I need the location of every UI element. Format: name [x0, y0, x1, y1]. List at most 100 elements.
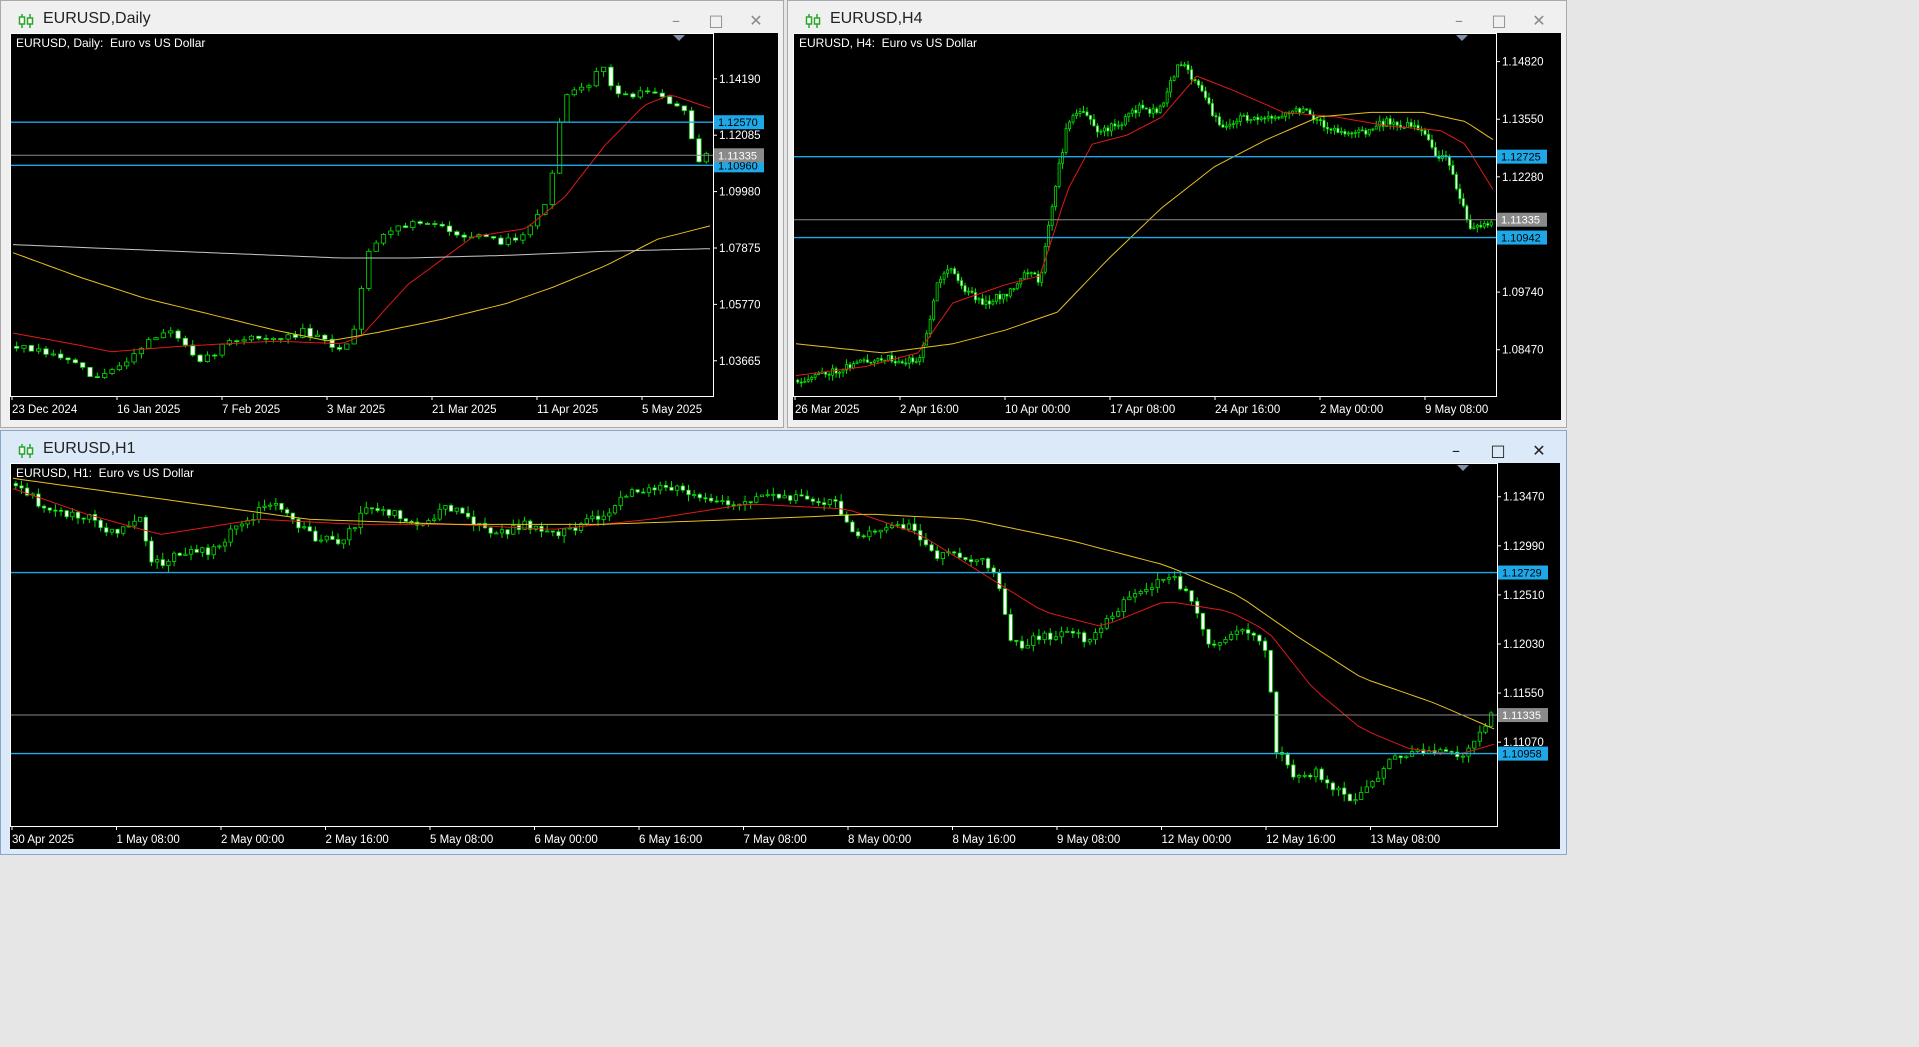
candle-body [799, 381, 803, 384]
candle-body [454, 507, 459, 512]
candle-body [637, 90, 643, 98]
candle-body [1061, 152, 1065, 164]
candle-body [1070, 630, 1075, 634]
maximize-button[interactable]: □ [703, 9, 729, 33]
candle-body [848, 364, 852, 369]
candle-body [1025, 645, 1030, 649]
maximize-button[interactable]: □ [1486, 9, 1512, 33]
candle-body [629, 489, 635, 497]
candle-body [1099, 627, 1104, 633]
candle-body [1137, 104, 1141, 114]
chart-area[interactable]: 1.12570 1.10960 1.11335 1.14190 1.12085 1.099… [10, 33, 778, 420]
candle-body [1211, 103, 1214, 116]
price-label: 1.12725 [1501, 152, 1541, 164]
candle-body [667, 96, 673, 105]
candle-body [689, 110, 695, 140]
candle-body [58, 509, 64, 512]
candle-body [1251, 632, 1256, 636]
price-label: 1.12729 [1502, 568, 1542, 580]
candle-body [586, 85, 592, 88]
chart-window-h4[interactable]: EURUSD,H4 – □ ✕ 1.12725 1.10942 1.11335 1.1… [787, 0, 1567, 428]
price-label: 1.10942 [1501, 233, 1541, 245]
candle-body [279, 502, 284, 510]
time-tick-label: 6 May 00:00 [535, 834, 598, 846]
candle-body [268, 504, 273, 507]
candle-body [956, 273, 960, 282]
close-button[interactable]: ✕ [743, 9, 769, 33]
chart-area[interactable]: 1.12729 1.10958 1.11335 1.13470 1.12990 1.125… [10, 463, 1560, 849]
candle-body [1308, 774, 1313, 778]
candle-body [1277, 116, 1281, 119]
candle-body [314, 334, 321, 337]
candle-body [1149, 587, 1155, 590]
candle-body [324, 535, 329, 541]
candle-body [1370, 780, 1375, 788]
candle-body [115, 528, 120, 534]
candle-body [1291, 764, 1296, 778]
candle-body [771, 493, 776, 496]
candle-body [1050, 206, 1054, 226]
candle-body [923, 539, 929, 546]
time-tick-label: 12 May 00:00 [1162, 834, 1232, 846]
candle-body [1085, 111, 1089, 116]
close-button[interactable]: ✕ [1526, 9, 1552, 33]
candle-body [1270, 115, 1274, 119]
candle-body [1212, 643, 1217, 646]
candle-body [1252, 116, 1256, 120]
candle-body [803, 380, 807, 383]
candle-body [652, 487, 657, 491]
candle-body [465, 512, 471, 518]
price-tick-label: 1.12030 [1503, 639, 1545, 651]
candle-body [1294, 108, 1298, 112]
candle-body [1151, 108, 1155, 114]
candle-body [318, 539, 324, 542]
candle-body [1178, 576, 1183, 590]
candle-body [1110, 615, 1115, 619]
price-chart[interactable]: 1.12729 1.10958 1.11335 1.13470 1.12990 1.125… [10, 463, 1560, 849]
candle-body [940, 552, 945, 559]
candle-body [827, 499, 832, 505]
minimize-button[interactable]: – [1443, 439, 1469, 463]
candle-body [109, 528, 115, 533]
candle-body [369, 507, 375, 510]
candle-body [608, 66, 614, 87]
close-button[interactable]: ✕ [1526, 439, 1552, 463]
candle-body [1374, 125, 1378, 130]
price-chart[interactable]: 1.12725 1.10942 1.11335 1.14820 1.13550 1.122… [793, 33, 1561, 420]
candle-body [889, 525, 895, 529]
candle-body [1392, 755, 1398, 760]
candle-body [932, 300, 936, 320]
maximize-button[interactable]: □ [1485, 439, 1511, 463]
minimize-button[interactable]: – [1446, 9, 1472, 33]
chart-window-daily[interactable]: EURUSD,Daily – □ ✕ 1.12570 1.10960 1.11335… [0, 0, 784, 428]
candle-body [1238, 115, 1242, 122]
minimize-button[interactable]: – [663, 9, 689, 33]
candle-body [759, 494, 765, 498]
candle-body [132, 520, 137, 527]
candle-body [977, 298, 981, 301]
chart-area[interactable]: 1.12725 1.10942 1.11335 1.14820 1.13550 1.122… [793, 33, 1561, 420]
candle-body [1141, 104, 1145, 109]
price-chart[interactable]: 1.125701.109601.113351.141901.120851.099… [10, 33, 778, 420]
candle-body [1257, 634, 1262, 642]
candle-body [714, 500, 719, 503]
candle-body [562, 528, 567, 537]
time-tick-label: 7 May 08:00 [744, 834, 807, 846]
candle-body [273, 502, 278, 506]
candle-body [630, 93, 636, 98]
candle-body [595, 515, 601, 520]
candle-body [696, 138, 702, 163]
candle-body [1093, 632, 1098, 641]
candle-body [1036, 273, 1040, 283]
candle-body [290, 512, 295, 520]
candle-body [686, 489, 691, 495]
candle-body [1176, 64, 1180, 78]
candle-body [1268, 650, 1273, 693]
candle-body [143, 516, 148, 542]
candle-body [1388, 118, 1392, 125]
candle-body [149, 540, 154, 563]
chart-window-h1[interactable]: EURUSD,H1 – □ ✕ 1.12729 1.10958 1.11335 1.1… [0, 430, 1567, 855]
candle-body [285, 334, 291, 340]
time-tick-label: 12 May 16:00 [1266, 834, 1336, 846]
candle-body [36, 348, 42, 352]
